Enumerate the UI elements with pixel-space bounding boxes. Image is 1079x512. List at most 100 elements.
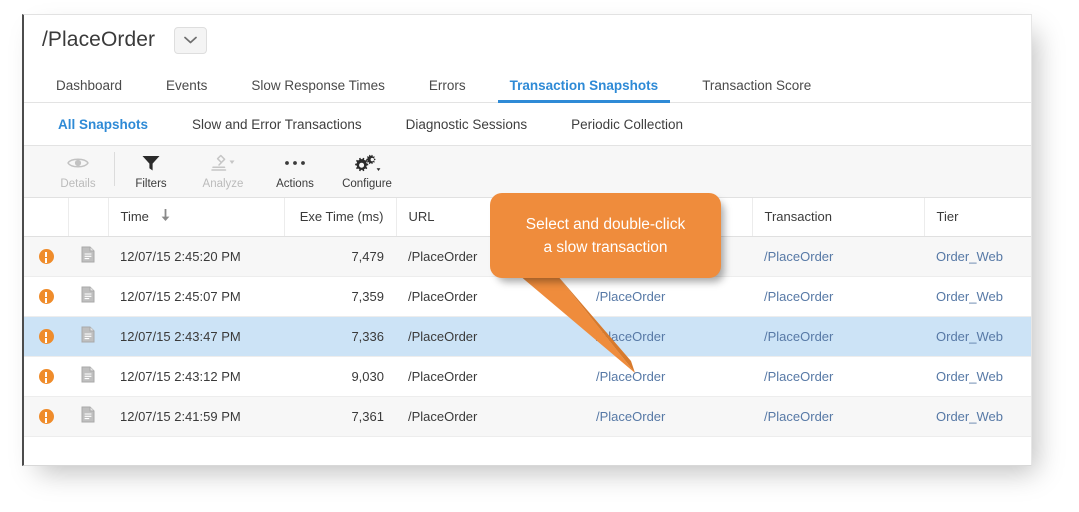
row-exe-time: 7,336 (284, 316, 396, 357)
row-time: 12/07/15 2:45:07 PM (108, 276, 284, 317)
row-tier-link[interactable]: Order_Web (936, 329, 1003, 344)
row-time: 12/07/15 2:45:20 PM (108, 236, 284, 277)
tab-events[interactable]: Events (144, 78, 229, 103)
document-icon (81, 406, 95, 426)
error-icon (38, 329, 54, 345)
callout-line-2: a slow transaction (543, 239, 668, 257)
subtab-periodic-collection[interactable]: Periodic Collection (549, 117, 705, 132)
details-label: Details (60, 178, 96, 190)
row-transaction-link[interactable]: /PlaceOrder (764, 249, 833, 264)
row-tier-link[interactable]: Order_Web (936, 249, 1003, 264)
configure-label: Configure (342, 178, 392, 190)
row-tier-link[interactable]: Order_Web (936, 369, 1003, 384)
error-icon (38, 369, 54, 385)
row-tier-link[interactable]: Order_Web (936, 409, 1003, 424)
eye-icon (67, 153, 89, 173)
title-dropdown-button[interactable] (174, 26, 208, 54)
details-button[interactable]: Details (42, 146, 114, 190)
funnel-icon (141, 153, 161, 173)
filters-button[interactable]: Filters (115, 146, 187, 190)
row-transaction[interactable]: /PlaceOrder (752, 236, 924, 277)
row-exe-time: 9,030 (284, 356, 396, 397)
subtab-diagnostic-sessions[interactable]: Diagnostic Sessions (384, 117, 550, 132)
document-icon (81, 246, 95, 266)
row-transaction[interactable]: /PlaceOrder (752, 316, 924, 357)
error-icon (38, 249, 54, 265)
row-exe-time: 7,479 (284, 236, 396, 277)
page-title: /PlaceOrder (42, 28, 156, 51)
annotation-callout: Select and double-click a slow transacti… (490, 193, 721, 373)
column-header-status[interactable] (24, 198, 69, 237)
callout-bubble: Select and double-click a slow transacti… (490, 193, 721, 278)
analyze-button[interactable]: Analyze (187, 146, 259, 190)
title-row: /PlaceOrder (24, 15, 1031, 65)
row-tier[interactable]: Order_Web (924, 396, 1031, 437)
callout-tail (519, 275, 635, 373)
document-icon (81, 326, 95, 346)
table-row[interactable]: 12/07/15 2:41:59 PM 7,361 /PlaceOrder /P… (24, 396, 1031, 437)
column-header-exe-time[interactable]: Exe Time (ms) (284, 198, 397, 237)
ellipsis-icon (284, 153, 306, 173)
row-url: /PlaceOrder (396, 396, 584, 437)
row-snapshot-link[interactable]: /PlaceOrder (596, 409, 665, 424)
row-tier[interactable]: Order_Web (924, 276, 1031, 317)
row-exe-time: 7,361 (284, 396, 396, 437)
column-header-transaction[interactable]: Transaction (752, 198, 925, 237)
configure-button[interactable]: Configure (331, 146, 403, 190)
row-transaction[interactable]: /PlaceOrder (752, 396, 924, 437)
arrow-down-icon (160, 208, 171, 225)
tab-transaction-score[interactable]: Transaction Score (680, 78, 833, 103)
column-header-time-label: Time (120, 208, 149, 224)
tab-slow-response-times[interactable]: Slow Response Times (229, 78, 407, 103)
analyze-label: Analyze (202, 178, 244, 190)
row-document-cell[interactable] (68, 356, 108, 397)
row-status-cell (24, 356, 68, 397)
row-exe-time: 7,359 (284, 276, 396, 317)
document-icon (81, 366, 95, 386)
tab-dashboard[interactable]: Dashboard (34, 78, 144, 103)
row-status-cell (24, 396, 68, 437)
screenshot-root: /PlaceOrder Dashboard Events Slow Respon… (0, 0, 1079, 512)
actions-label: Actions (276, 178, 314, 190)
secondary-tab-bar: All Snapshots Slow and Error Transaction… (24, 103, 1031, 146)
subtab-slow-and-error-transactions[interactable]: Slow and Error Transactions (170, 117, 384, 132)
document-icon (81, 286, 95, 306)
row-document-cell[interactable] (68, 316, 108, 357)
row-tier[interactable]: Order_Web (924, 316, 1031, 357)
row-document-cell[interactable] (68, 276, 108, 317)
chevron-down-icon (184, 36, 198, 44)
column-header-document[interactable] (68, 198, 109, 237)
row-snapshot[interactable]: /PlaceOrder (584, 396, 752, 437)
primary-tab-bar: Dashboard Events Slow Response Times Err… (24, 65, 1031, 103)
row-time: 12/07/15 2:43:47 PM (108, 316, 284, 357)
row-transaction-link[interactable]: /PlaceOrder (764, 369, 833, 384)
microscope-icon (210, 153, 236, 173)
row-transaction-link[interactable]: /PlaceOrder (764, 409, 833, 424)
row-tier[interactable]: Order_Web (924, 236, 1031, 277)
row-status-cell (24, 276, 68, 317)
row-tier[interactable]: Order_Web (924, 356, 1031, 397)
callout-line-1: Select and double-click (525, 216, 686, 233)
filters-label: Filters (135, 178, 167, 190)
column-header-time[interactable]: Time (108, 198, 285, 237)
subtab-all-snapshots[interactable]: All Snapshots (36, 117, 170, 132)
gears-icon (354, 153, 381, 173)
row-transaction[interactable]: /PlaceOrder (752, 276, 924, 317)
tab-errors[interactable]: Errors (407, 78, 488, 103)
row-transaction-link[interactable]: /PlaceOrder (764, 329, 833, 344)
row-time: 12/07/15 2:43:12 PM (108, 356, 284, 397)
row-document-cell[interactable] (68, 396, 108, 437)
column-header-tier[interactable]: Tier (924, 198, 1031, 237)
tab-transaction-snapshots[interactable]: Transaction Snapshots (488, 78, 681, 103)
row-transaction-link[interactable]: /PlaceOrder (764, 289, 833, 304)
toolbar: Details Filters Analyze Actions Configur… (24, 146, 1031, 198)
row-status-cell (24, 316, 68, 357)
row-document-cell[interactable] (68, 236, 108, 277)
row-tier-link[interactable]: Order_Web (936, 289, 1003, 304)
actions-button[interactable]: Actions (259, 146, 331, 190)
error-icon (38, 409, 54, 425)
row-status-cell (24, 236, 68, 277)
row-time: 12/07/15 2:41:59 PM (108, 396, 284, 437)
error-icon (38, 289, 54, 305)
row-transaction[interactable]: /PlaceOrder (752, 356, 924, 397)
